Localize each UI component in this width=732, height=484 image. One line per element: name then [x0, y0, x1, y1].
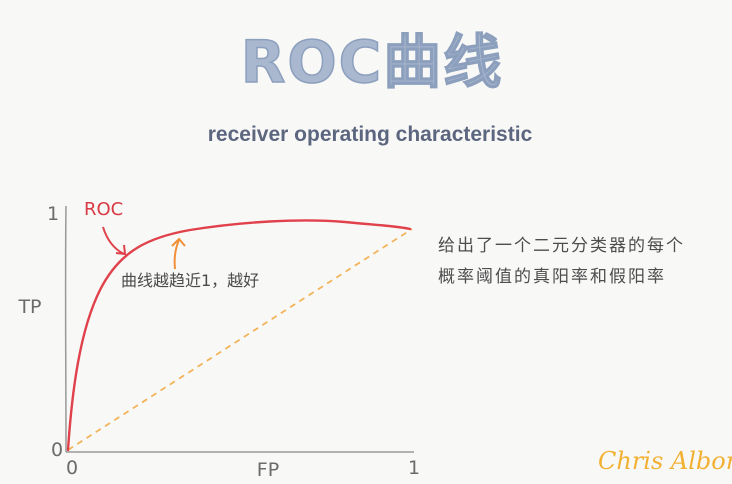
- annotation-text: 曲线越趋近1，越好: [121, 271, 259, 290]
- author-signature: Chris Albon: [598, 447, 732, 475]
- description-line-1: 给出了一个二元分类器的每个: [438, 236, 685, 256]
- x-tick-right: 1: [408, 457, 420, 479]
- roc-diagram: ROC曲线 receiver operating characteristic …: [17, 27, 732, 481]
- roc-curve-label: ROC: [84, 199, 123, 220]
- page-title: ROC曲线: [241, 28, 504, 96]
- diagram-canvas: ROC曲线 receiver operating characteristic …: [0, 0, 732, 484]
- y-tick-bottom: 0: [51, 439, 63, 461]
- roc-pointer-arrow: [102, 226, 125, 255]
- x-axis: [65, 450, 415, 454]
- annotation-arrow: [173, 239, 180, 270]
- x-axis-label: FP: [257, 459, 279, 481]
- y-tick-top: 1: [47, 203, 59, 225]
- x-tick-left: 0: [66, 457, 78, 479]
- roc-curve: [66, 219, 412, 452]
- y-axis-label: TP: [17, 296, 41, 318]
- page-subtitle: receiver operating characteristic: [208, 123, 533, 146]
- description-line-2: 概率阈值的真阳率和假阳率: [438, 267, 666, 287]
